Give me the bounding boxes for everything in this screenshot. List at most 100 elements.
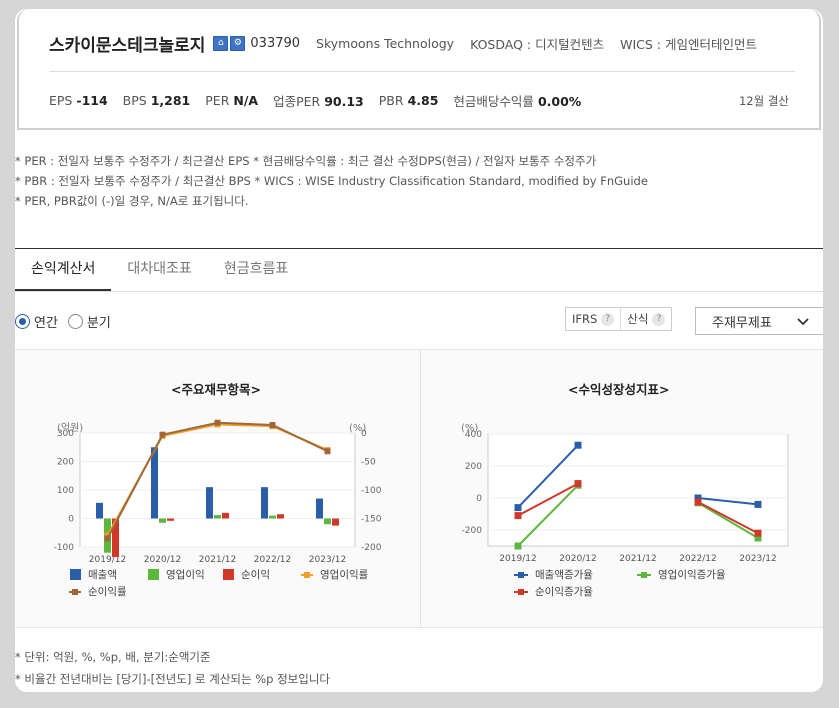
page: 스카이문스테크놀로지 ⌂ ⚙ 033790 Skymoons Technolog… xyxy=(0,0,839,708)
y2-tick-label: 0 xyxy=(361,429,367,439)
legend-label: 매출액 xyxy=(88,569,117,581)
bar-영업이익 xyxy=(269,515,276,519)
legend-label: 순이익률 xyxy=(88,586,127,598)
y-tick-label: 0 xyxy=(68,515,74,525)
legend-swatch xyxy=(518,589,524,595)
ifrs-button[interactable]: IFRS? xyxy=(566,308,620,330)
legend-label: 순이익 xyxy=(241,569,270,581)
x-tick-label: 2021/12 xyxy=(619,554,656,564)
annual-radio[interactable] xyxy=(15,314,30,329)
tab-balance-sheet[interactable]: 대차대조표 xyxy=(111,249,207,291)
x-tick-label: 2022/12 xyxy=(679,554,716,564)
bar-매출액 xyxy=(96,502,103,519)
y-tick-label: -200 xyxy=(462,526,483,536)
stats-row: EPS -114 BPS 1,281 PER N/A 업종PER 90.13 PBR 4.… xyxy=(49,91,596,110)
header-divider xyxy=(49,71,795,72)
x-tick-label: 2019/12 xyxy=(499,554,536,564)
point-순이익률 xyxy=(104,535,111,542)
y-tick-label: -100 xyxy=(54,543,75,553)
legend-label: 영업이익증가율 xyxy=(658,568,726,581)
english-name: Skymoons Technology xyxy=(316,36,455,51)
stat-bps: BPS 1,281 xyxy=(122,93,191,108)
statement-type-select[interactable]: 주재무제표 xyxy=(695,307,823,335)
legend-swatch xyxy=(72,589,78,595)
y-tick-label: 0 xyxy=(476,494,482,504)
y-tick-label: 100 xyxy=(57,486,74,496)
point-영업이익증가율 xyxy=(514,542,522,550)
stat-dividend-yield: 현금배당수익률 0.00% xyxy=(453,94,582,109)
y2-tick-label: -50 xyxy=(361,458,376,468)
bar-순이익 xyxy=(277,514,284,519)
chevron-down-icon xyxy=(797,318,809,326)
stat-industry-per: 업종PER 90.13 xyxy=(273,94,364,109)
fiscal-month: 12월 결산 xyxy=(738,94,789,108)
legend-swatch xyxy=(70,569,81,580)
y-tick-label: 200 xyxy=(465,462,482,472)
bar-순이익 xyxy=(222,512,229,519)
legend-label: 순이익증가율 xyxy=(535,586,593,598)
point-매출액증가율 xyxy=(514,504,522,512)
legend-swatch xyxy=(304,572,310,578)
legend-swatch xyxy=(223,569,234,580)
legend-swatch xyxy=(148,569,159,580)
y-tick-label: 200 xyxy=(57,458,74,468)
point-순이익증가율 xyxy=(514,512,522,520)
quarter-radio[interactable] xyxy=(67,314,83,329)
x-tick-label: 2023/12 xyxy=(739,554,776,564)
y2-tick-label: -150 xyxy=(361,515,382,525)
statement-tabs: 손익계산서 대차대조표 현금흐름표 xyxy=(15,249,823,292)
market-info: KOSDAQ : 디지털컨텐츠 xyxy=(470,37,605,52)
legend-label: 영업이익률 xyxy=(320,568,369,581)
bar-매출액 xyxy=(261,487,268,519)
x-tick-label: 2020/12 xyxy=(559,554,596,564)
tab-income-statement[interactable]: 손익계산서 xyxy=(15,249,112,291)
stat-eps: EPS -114 xyxy=(49,93,108,108)
point-매출액증가율 xyxy=(574,441,582,449)
period-toggle: 연간 분기 xyxy=(15,312,121,331)
point-순이익률 xyxy=(159,431,166,438)
legend-swatch xyxy=(518,572,524,578)
x-tick-label: 2023/12 xyxy=(309,555,346,565)
title-row: 스카이문스테크놀로지 ⌂ ⚙ 033790 Skymoons Technolog… xyxy=(49,31,773,56)
stock-code: 033790 xyxy=(250,36,301,51)
x-tick-label: 2021/12 xyxy=(199,555,236,565)
bar-순이익 xyxy=(332,518,339,526)
formula-button[interactable]: 산식? xyxy=(620,308,671,330)
tab-cash-flow[interactable]: 현금흐름표 xyxy=(208,249,304,291)
note-line: * 단위: 억원, %, %p, 배, 분기:순액기준 xyxy=(15,650,211,664)
legend-swatch xyxy=(641,572,647,578)
x-tick-label: 2020/12 xyxy=(144,555,181,565)
help-icon[interactable]: ? xyxy=(601,312,615,326)
point-순이익증가율 xyxy=(574,480,582,488)
point-순이익증가율 xyxy=(754,529,762,537)
bar-영업이익 xyxy=(159,518,166,523)
point-매출액증가율 xyxy=(754,500,762,508)
company-header: 스카이문스테크놀로지 ⌂ ⚙ 033790 Skymoons Technolog… xyxy=(17,9,821,130)
bar-매출액 xyxy=(151,447,158,519)
stat-pbr: PBR 4.85 xyxy=(378,93,439,108)
x-tick-label: 2022/12 xyxy=(254,555,291,565)
point-순이익률 xyxy=(214,419,221,426)
y-tick-label: 400 xyxy=(465,430,482,440)
x-tick-label: 2019/12 xyxy=(89,555,126,565)
unit-notes: * 단위: 억원, %, %p, 배, 분기:순액기준 * 비율간 전년대비는 … xyxy=(15,646,330,690)
point-순이익증가율 xyxy=(694,498,702,506)
note-line: * 비율간 전년대비는 [당기]-[전년도] 로 계산되는 %p 정보입니다 xyxy=(15,672,330,686)
bar-영업이익 xyxy=(324,518,331,525)
help-icon[interactable]: ? xyxy=(652,312,666,326)
ifrs-options: IFRS? 산식? xyxy=(565,307,673,331)
bar-매출액 xyxy=(206,487,213,519)
stat-per: PER N/A xyxy=(205,93,259,108)
home-icon[interactable]: ⌂ xyxy=(213,36,229,51)
legend-label: 매출액증가율 xyxy=(535,569,593,581)
settings-icon[interactable]: ⚙ xyxy=(230,36,246,51)
company-name: 스카이문스테크놀로지 xyxy=(49,36,206,56)
y2-tick-label: -100 xyxy=(361,486,382,496)
note-line: * PER, PBR값이 (-)일 경우, N/A로 표기됩니다. xyxy=(15,194,249,208)
note-line: * PBR : 전일자 보통주 수정주가 / 최근결산 BPS * WICS :… xyxy=(15,174,648,188)
annual-label[interactable]: 연간 xyxy=(34,312,58,331)
y-tick-label: 300 xyxy=(57,429,74,439)
quarter-label[interactable]: 분기 xyxy=(87,312,111,331)
bar-순이익 xyxy=(167,518,174,521)
point-순이익률 xyxy=(269,422,276,429)
